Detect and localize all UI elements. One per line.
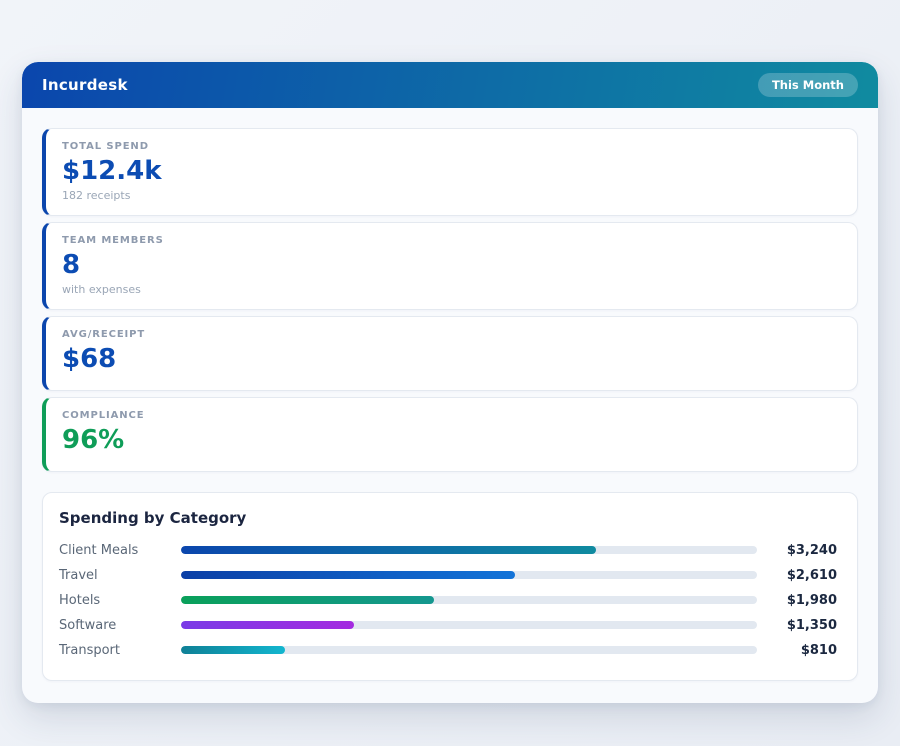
stat-value: 8 (62, 249, 81, 280)
stat-subtext: 182 receipts (62, 188, 131, 202)
spending-row-client-meals: Client Meals $3,240 (59, 538, 837, 563)
category-value: $1,980 (786, 592, 837, 608)
bar-track (181, 546, 757, 555)
bar-track (181, 646, 757, 655)
stat-subtext: with expenses (62, 282, 141, 296)
stat-label: TOTAL SPEND (62, 141, 149, 152)
stat-value: $12.4k (62, 156, 162, 186)
app-header: Incurdesk This Month (22, 62, 878, 108)
spending-by-category-card: Spending by Category Client Meals $3,240… (42, 491, 858, 681)
stat-card-compliance: COMPLIANCE 96% (42, 396, 858, 472)
spending-row-transport: Transport $810 (59, 638, 837, 663)
spending-row-travel: Travel $2,610 (59, 563, 837, 588)
category-value: $2,610 (786, 567, 837, 583)
stat-value: $68 (62, 343, 117, 374)
period-badge[interactable]: This Month (757, 73, 858, 97)
stat-card-avg-receipt: AVG/RECEIPT $68 (42, 315, 858, 391)
stat-label: TEAM MEMBERS (62, 234, 164, 246)
bar-fill (181, 546, 596, 555)
stat-label: AVG/RECEIPT (62, 328, 146, 340)
category-label: Transport (59, 642, 121, 658)
stat-label: COMPLIANCE (62, 409, 145, 421)
category-label: Client Meals (59, 542, 139, 558)
category-label: Travel (59, 567, 98, 583)
stat-card-team-members: TEAM MEMBERS 8 with expenses (42, 221, 858, 310)
bar-fill (181, 571, 516, 580)
category-label: Hotels (59, 592, 101, 608)
category-value: $1,350 (786, 617, 837, 633)
bar-fill (181, 621, 354, 630)
spending-row-software: Software $1,350 (59, 613, 837, 638)
category-value: $810 (800, 642, 837, 658)
stat-card-total-spend: TOTAL SPEND $12.4k 182 receipts (42, 128, 858, 216)
stat-value: 96% (62, 424, 125, 455)
bar-track (181, 571, 757, 580)
category-label: Software (59, 617, 117, 633)
dashboard-panel: Incurdesk This Month TOTAL SPEND $12.4k … (22, 62, 878, 703)
spending-card-title: Spending by Category (59, 508, 247, 527)
bar-fill (181, 646, 285, 655)
spending-row-hotels: Hotels $1,980 (59, 588, 837, 613)
bar-fill (181, 596, 435, 605)
bar-track (181, 621, 757, 630)
app-title: Incurdesk (42, 76, 128, 94)
dashboard-content: TOTAL SPEND $12.4k 182 receipts TEAM MEM… (22, 108, 878, 703)
category-value: $3,240 (786, 542, 837, 558)
bar-track (181, 596, 757, 605)
